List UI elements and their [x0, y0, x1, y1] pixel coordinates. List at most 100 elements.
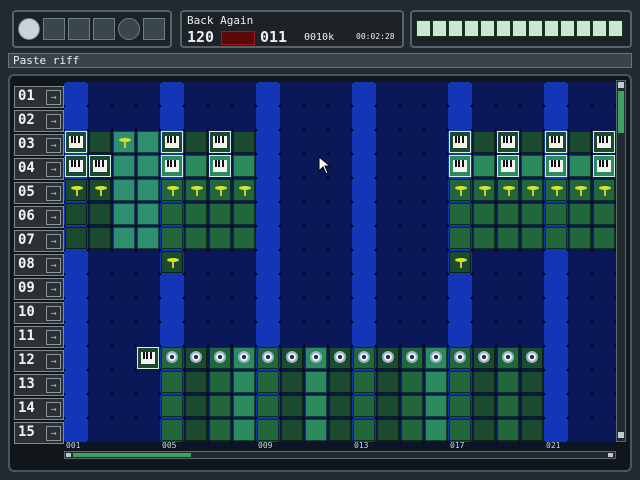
pattern-cell[interactable] [161, 203, 183, 225]
pattern-cell[interactable] [473, 155, 495, 177]
pattern-cell[interactable] [497, 227, 519, 249]
horizontal-scroll-thumb[interactable] [73, 453, 191, 457]
drum-cell[interactable] [353, 347, 375, 369]
pattern-cell[interactable] [137, 131, 159, 153]
pattern-cell[interactable] [89, 227, 111, 249]
drum-cell[interactable] [257, 347, 279, 369]
cymbal-cell[interactable] [593, 179, 615, 201]
scroll-left-icon[interactable] [66, 453, 71, 457]
scroll-right-icon[interactable] [608, 453, 613, 457]
pattern-cell[interactable] [233, 227, 255, 249]
piano-cell[interactable] [497, 131, 519, 153]
pattern-cell[interactable] [257, 395, 279, 417]
drum-cell[interactable] [377, 347, 399, 369]
pattern-cell[interactable] [257, 419, 279, 441]
pattern-cell[interactable] [521, 131, 543, 153]
pattern-cell[interactable] [113, 179, 135, 201]
pattern-cell[interactable] [185, 155, 207, 177]
pattern-cell[interactable] [209, 395, 231, 417]
cymbal-cell[interactable] [113, 131, 135, 153]
pattern-cell[interactable] [233, 131, 255, 153]
horizontal-scrollbar[interactable] [64, 451, 616, 459]
cymbal-cell[interactable] [545, 179, 567, 201]
piano-cell[interactable] [545, 131, 567, 153]
pattern-cell[interactable] [329, 395, 351, 417]
drum-cell[interactable] [449, 347, 471, 369]
pattern-cell[interactable] [473, 419, 495, 441]
drum-cell[interactable] [497, 347, 519, 369]
drum-cell[interactable] [233, 347, 255, 369]
piano-cell[interactable] [161, 155, 183, 177]
pattern-cell[interactable] [521, 227, 543, 249]
drum-cell[interactable] [161, 347, 183, 369]
piano-cell[interactable] [497, 155, 519, 177]
pattern-cell[interactable] [185, 227, 207, 249]
pattern-cell[interactable] [281, 371, 303, 393]
pattern-cell[interactable] [161, 419, 183, 441]
drum-cell[interactable] [521, 347, 543, 369]
pattern-cell[interactable] [521, 395, 543, 417]
pattern-cell[interactable] [137, 203, 159, 225]
cymbal-cell[interactable] [161, 179, 183, 201]
pattern-cell[interactable] [425, 419, 447, 441]
pattern-cell[interactable] [185, 371, 207, 393]
pattern-cell[interactable] [473, 203, 495, 225]
pattern-cell[interactable] [209, 419, 231, 441]
pattern-cell[interactable] [449, 227, 471, 249]
pattern-cell[interactable] [449, 419, 471, 441]
pattern-cell[interactable] [161, 227, 183, 249]
pattern-cell[interactable] [545, 227, 567, 249]
pattern-cell[interactable] [521, 419, 543, 441]
drum-cell[interactable] [185, 347, 207, 369]
pattern-cell[interactable] [473, 227, 495, 249]
pattern-cell[interactable] [305, 371, 327, 393]
cymbal-cell[interactable] [569, 179, 591, 201]
cymbal-cell[interactable] [497, 179, 519, 201]
piano-cell[interactable] [449, 131, 471, 153]
pattern-cell[interactable] [401, 371, 423, 393]
pattern-cell[interactable] [113, 227, 135, 249]
pattern-cell[interactable] [425, 371, 447, 393]
pattern-cell[interactable] [377, 419, 399, 441]
pattern-cell[interactable] [593, 227, 615, 249]
cymbal-cell[interactable] [473, 179, 495, 201]
piano-cell[interactable] [89, 155, 111, 177]
pattern-cell[interactable] [305, 395, 327, 417]
cymbal-cell[interactable] [233, 179, 255, 201]
pattern-cell[interactable] [473, 131, 495, 153]
drum-cell[interactable] [305, 347, 327, 369]
pattern-cell[interactable] [521, 155, 543, 177]
pattern-cell[interactable] [233, 395, 255, 417]
drum-cell[interactable] [209, 347, 231, 369]
pattern-cell[interactable] [233, 155, 255, 177]
piano-cell[interactable] [137, 347, 159, 369]
cymbal-cell[interactable] [449, 251, 471, 273]
pattern-cell[interactable] [65, 227, 87, 249]
piano-cell[interactable] [161, 131, 183, 153]
pattern-cell[interactable] [353, 371, 375, 393]
pattern-cell[interactable] [353, 395, 375, 417]
pattern-cell[interactable] [161, 371, 183, 393]
pattern-cell[interactable] [209, 371, 231, 393]
pattern-cell[interactable] [569, 227, 591, 249]
piano-cell[interactable] [545, 155, 567, 177]
pattern-cell[interactable] [473, 371, 495, 393]
pattern-cell[interactable] [233, 203, 255, 225]
drum-cell[interactable] [425, 347, 447, 369]
pattern-cell[interactable] [137, 155, 159, 177]
pattern-cell[interactable] [329, 419, 351, 441]
piano-cell[interactable] [65, 131, 87, 153]
pattern-cell[interactable] [449, 395, 471, 417]
cymbal-cell[interactable] [161, 251, 183, 273]
pattern-cell[interactable] [137, 227, 159, 249]
pattern-cell[interactable] [305, 419, 327, 441]
pattern-cell[interactable] [569, 155, 591, 177]
pattern-cell[interactable] [497, 203, 519, 225]
pattern-cell[interactable] [185, 419, 207, 441]
pattern-cell[interactable] [209, 203, 231, 225]
pattern-cell[interactable] [593, 203, 615, 225]
pattern-cell[interactable] [497, 419, 519, 441]
pattern-cell[interactable] [161, 395, 183, 417]
pattern-cell[interactable] [113, 155, 135, 177]
pattern-cell[interactable] [281, 419, 303, 441]
